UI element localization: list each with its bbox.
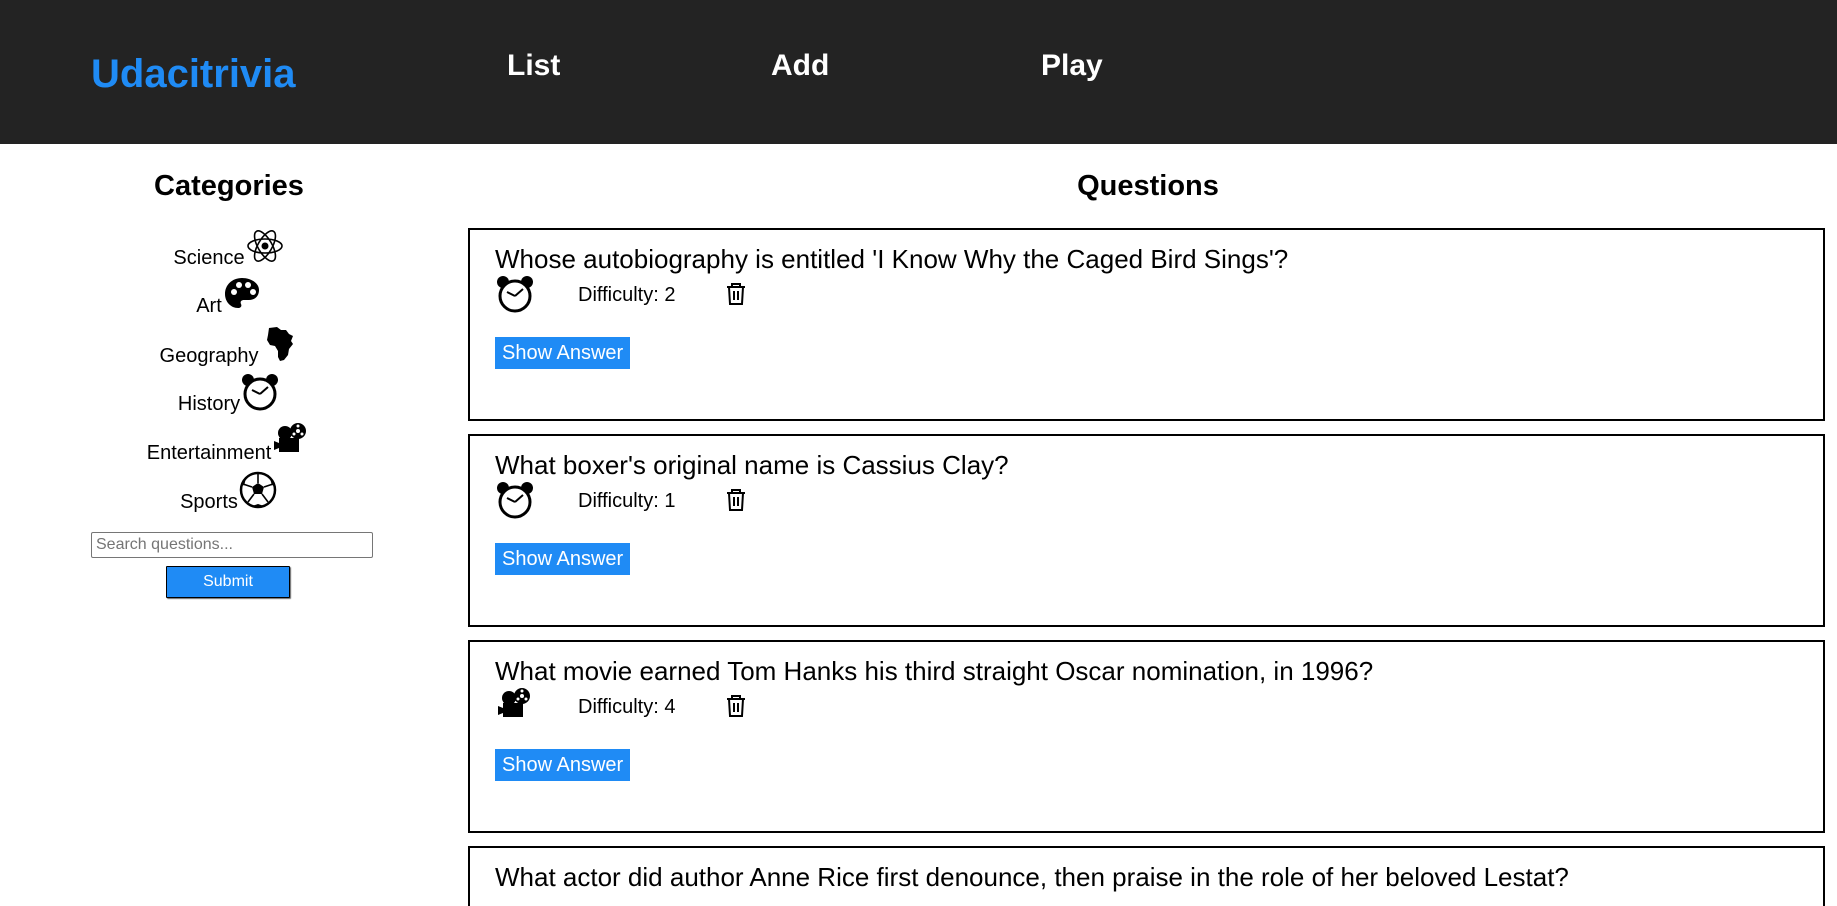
trash-icon[interactable] [723,281,749,307]
alarm-clock-icon [240,372,280,412]
soccer-ball-icon [238,470,278,510]
question-card: What movie earned Tom Hanks his third st… [468,640,1825,833]
difficulty-label: Difficulty: 4 [578,696,676,718]
category-label: Sports [180,491,238,513]
question-text: What boxer's original name is Cassius Cl… [495,450,1009,480]
category-label: History [177,393,241,415]
categories-heading: Categories [154,170,304,202]
category-label: Science [173,247,245,269]
difficulty-label: Difficulty: 2 [578,284,676,306]
category-label: Entertainment [146,442,272,464]
show-answer-button[interactable]: Show Answer [495,337,631,369]
questions-heading: Questions [1077,170,1219,202]
category-label: Geography [159,345,259,367]
film-projector-icon [271,421,311,461]
category-art[interactable]: Art [0,274,458,318]
submit-button[interactable]: Submit [166,566,290,598]
question-card: What actor did author Anne Rice first de… [468,846,1825,906]
palette-icon [222,274,262,314]
atom-icon [245,226,285,266]
category-history[interactable]: History [0,372,458,416]
category-entertainment[interactable]: Entertainment [0,421,458,465]
alarm-clock-icon [495,274,535,314]
show-answer-button[interactable]: Show Answer [495,543,631,575]
africa-icon [258,324,298,364]
trash-icon[interactable] [723,693,749,719]
category-geography[interactable]: Geography [0,324,458,368]
film-projector-icon [495,686,535,726]
category-science[interactable]: Science [0,226,458,270]
show-answer-button[interactable]: Show Answer [495,749,631,781]
trash-icon[interactable] [723,487,749,513]
difficulty-label: Difficulty: 1 [578,490,676,512]
category-label: Art [196,295,222,317]
brand-logo[interactable]: Udacitrivia [91,50,296,98]
top-navbar: Udacitrivia List Add Play [0,0,1837,144]
question-text: Whose autobiography is entitled 'I Know … [495,244,1289,274]
nav-list-link[interactable]: List [507,48,560,84]
alarm-clock-icon [495,480,535,520]
question-card: What boxer's original name is Cassius Cl… [468,434,1825,627]
question-text: What movie earned Tom Hanks his third st… [495,656,1374,686]
search-input[interactable] [91,532,373,558]
question-text: What actor did author Anne Rice first de… [495,862,1569,892]
question-card: Whose autobiography is entitled 'I Know … [468,228,1825,421]
category-sports[interactable]: Sports [0,470,458,514]
nav-add-link[interactable]: Add [771,48,829,84]
nav-play-link[interactable]: Play [1041,48,1103,84]
